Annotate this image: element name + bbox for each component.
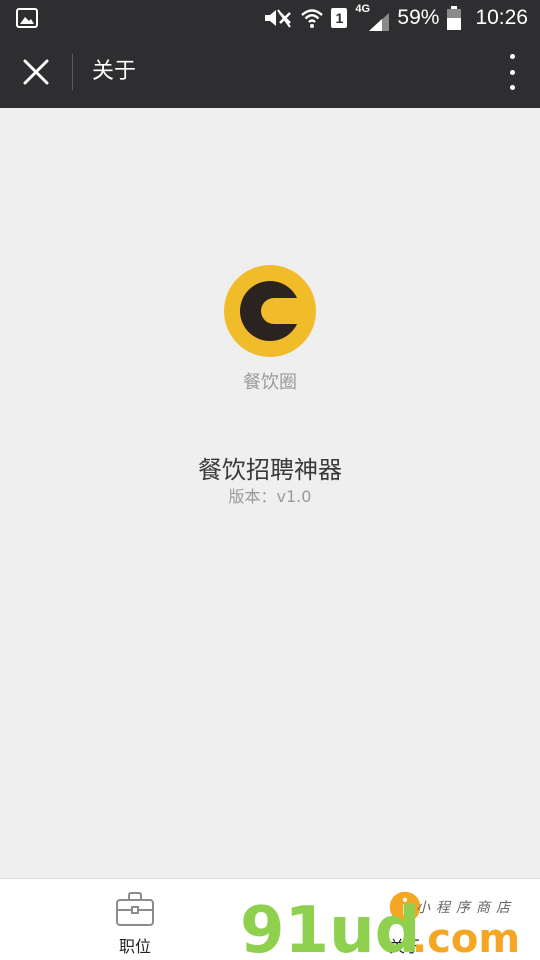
more-button[interactable] bbox=[506, 54, 518, 90]
more-icon-dot bbox=[509, 69, 515, 75]
tab-about[interactable]: 关于 bbox=[270, 879, 540, 960]
battery-icon bbox=[447, 6, 462, 30]
briefcase-icon bbox=[116, 892, 154, 926]
clock: 10:26 bbox=[475, 6, 528, 29]
brand-name: 餐饮圈 bbox=[243, 372, 297, 393]
tab-jobs-label: 职位 bbox=[118, 937, 151, 956]
tab-about-label: 关于 bbox=[388, 937, 421, 956]
nav-bar: 关于 bbox=[0, 36, 540, 108]
wifi-icon bbox=[301, 9, 324, 28]
sim-slot-label: 1 bbox=[335, 10, 344, 26]
tab-jobs[interactable]: 职位 bbox=[0, 879, 270, 960]
more-icon-dot bbox=[509, 85, 515, 90]
nav-divider bbox=[72, 54, 73, 90]
gallery-icon bbox=[16, 8, 38, 28]
page-title: 关于 bbox=[92, 59, 137, 84]
network-type: 4G bbox=[355, 3, 371, 15]
close-icon bbox=[23, 59, 49, 85]
signal-icon bbox=[369, 13, 390, 31]
version-label: 版本：v1.0 bbox=[228, 487, 312, 506]
close-button[interactable] bbox=[18, 54, 54, 90]
more-icon bbox=[509, 54, 515, 59]
status-bar: 1 4G 59% 10:26 bbox=[0, 0, 540, 36]
tab-bar: 职位 关于 bbox=[0, 878, 540, 960]
battery-percent: 59% bbox=[397, 6, 440, 29]
sim-icon: 1 bbox=[331, 8, 348, 28]
about-screen: 1 4G 59% 10:26 关于 餐饮圈 餐饮招聘神器 版本：v1.0 职位 … bbox=[0, 0, 540, 960]
app-name: 餐饮招聘神器 bbox=[198, 456, 342, 484]
status-icons: 1 4G 59% 10:26 bbox=[263, 0, 528, 36]
network-indicator: 4G bbox=[355, 3, 390, 31]
info-icon bbox=[389, 891, 421, 923]
mute-icon bbox=[265, 9, 292, 28]
app-logo bbox=[224, 265, 316, 357]
